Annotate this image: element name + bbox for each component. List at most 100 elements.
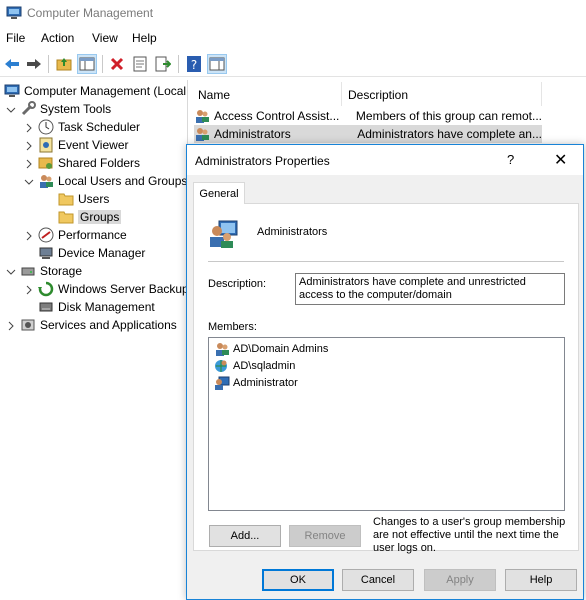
users-icon bbox=[38, 173, 54, 189]
tree-item-services-and-applications[interactable]: Services and Applications bbox=[6, 316, 177, 334]
tree-label: Storage bbox=[40, 264, 83, 278]
svg-text:?: ? bbox=[191, 58, 197, 72]
group-icon bbox=[207, 217, 239, 249]
delete-icon[interactable] bbox=[107, 54, 127, 74]
chevron-right-icon[interactable] bbox=[24, 122, 34, 133]
group-name: Administrators bbox=[257, 226, 328, 238]
forward-arrow-icon[interactable] bbox=[24, 54, 44, 74]
toolbar: ? bbox=[0, 51, 586, 77]
remove-button[interactable]: Remove bbox=[289, 525, 361, 547]
help-button[interactable]: Help bbox=[505, 569, 577, 591]
tree-item-disk-management[interactable]: Disk Management bbox=[38, 298, 155, 316]
list-item-name: Access Control Assist... bbox=[214, 109, 340, 123]
help-icon[interactable]: ? bbox=[507, 152, 514, 167]
chevron-down-icon[interactable] bbox=[6, 104, 16, 114]
tree-label: Device Manager bbox=[58, 246, 146, 260]
tree-item-device-manager[interactable]: Device Manager bbox=[38, 244, 145, 262]
chevron-right-icon[interactable] bbox=[24, 230, 34, 241]
folder-icon bbox=[58, 209, 74, 225]
chevron-right-icon[interactable] bbox=[24, 158, 34, 169]
computer-management-icon bbox=[6, 6, 22, 20]
ok-button[interactable]: OK bbox=[262, 569, 334, 591]
properties-icon[interactable] bbox=[130, 54, 150, 74]
group-list: Name Description Access Control Assist..… bbox=[190, 80, 586, 144]
tree-item-users[interactable]: Users bbox=[58, 190, 109, 208]
performance-icon bbox=[38, 227, 54, 243]
folder-icon bbox=[58, 191, 74, 207]
description-label: Description: bbox=[208, 278, 267, 290]
list-item-name: Administrators bbox=[214, 127, 291, 141]
list-item[interactable]: Administrators Administrators have compl… bbox=[194, 125, 542, 143]
window-title: Computer Management bbox=[27, 6, 154, 20]
console-tree: Computer Management (Local System Tools … bbox=[0, 80, 188, 600]
chevron-down-icon[interactable] bbox=[24, 176, 34, 186]
dialog-titlebar[interactable]: Administrators Properties ? ✕ bbox=[187, 145, 583, 175]
tree-item-storage[interactable]: Storage bbox=[6, 262, 82, 280]
tree-label: Shared Folders bbox=[58, 156, 141, 170]
member-name: AD\Domain Admins bbox=[233, 342, 329, 355]
group-icon bbox=[194, 108, 210, 124]
tree-item-shared-folders[interactable]: Shared Folders bbox=[24, 154, 140, 172]
member-name: AD\sqladmin bbox=[233, 359, 296, 372]
close-icon[interactable]: ✕ bbox=[554, 150, 567, 170]
tree-label: Event Viewer bbox=[58, 138, 129, 152]
chevron-right-icon[interactable] bbox=[6, 320, 16, 331]
backup-icon bbox=[38, 281, 54, 297]
menu-file[interactable]: File bbox=[6, 31, 25, 45]
shared-folder-icon bbox=[38, 155, 54, 171]
column-header-description[interactable]: Description bbox=[348, 84, 408, 106]
chevron-down-icon[interactable] bbox=[6, 266, 16, 276]
tree-label: Computer Management (Local bbox=[24, 84, 187, 98]
device-manager-icon bbox=[38, 245, 54, 261]
tree-item-task-scheduler[interactable]: Task Scheduler bbox=[24, 118, 140, 136]
tree-label: Groups bbox=[78, 210, 122, 224]
menu-view[interactable]: View bbox=[92, 31, 118, 45]
toolbar-separator bbox=[48, 55, 49, 73]
tree-label: Task Scheduler bbox=[58, 120, 141, 134]
storage-icon bbox=[20, 263, 36, 279]
help-icon[interactable]: ? bbox=[184, 54, 204, 74]
membership-note: Changes to a user's group membership are… bbox=[373, 516, 566, 554]
menu-help[interactable]: Help bbox=[132, 31, 157, 45]
window-titlebar: Computer Management bbox=[0, 0, 586, 26]
tree-item-performance[interactable]: Performance bbox=[24, 226, 127, 244]
show-hide-tree-icon[interactable] bbox=[77, 54, 97, 74]
list-item-description: Administrators have complete an... bbox=[357, 127, 542, 141]
list-item[interactable]: AD\Domain Admins bbox=[214, 340, 328, 357]
chevron-right-icon[interactable] bbox=[24, 140, 34, 151]
toolbar-separator bbox=[178, 55, 179, 73]
tree-label: Users bbox=[78, 192, 110, 206]
column-separator[interactable] bbox=[341, 82, 342, 106]
services-icon bbox=[20, 317, 36, 333]
tree-item-system-tools[interactable]: System Tools bbox=[6, 100, 111, 118]
divider bbox=[208, 261, 564, 262]
cancel-button[interactable]: Cancel bbox=[342, 569, 414, 591]
apply-button[interactable]: Apply bbox=[424, 569, 496, 591]
dialog-title: Administrators Properties bbox=[195, 154, 330, 168]
list-item[interactable]: Access Control Assist... Members of this… bbox=[194, 107, 542, 125]
add-button[interactable]: Add... bbox=[209, 525, 281, 547]
export-list-icon[interactable] bbox=[153, 54, 173, 74]
description-field[interactable]: Administrators have complete and unrestr… bbox=[295, 273, 565, 305]
back-arrow-icon[interactable] bbox=[2, 54, 22, 74]
tree-label: Services and Applications bbox=[40, 318, 177, 332]
menu-action[interactable]: Action bbox=[41, 31, 74, 45]
event-viewer-icon bbox=[38, 137, 54, 153]
list-item-description: Members of this group can remot... bbox=[355, 109, 542, 123]
tree-item-groups[interactable]: Groups bbox=[58, 208, 122, 226]
tree-item-computer-management[interactable]: Computer Management (Local bbox=[4, 82, 186, 100]
column-header-name[interactable]: Name bbox=[198, 84, 230, 106]
show-hide-action-pane-icon[interactable] bbox=[207, 54, 227, 74]
members-list[interactable]: AD\Domain Admins AD\sqladmin Administrat… bbox=[208, 337, 565, 511]
menu-bar: File Action View Help bbox=[0, 28, 586, 50]
tree-item-windows-server-backup[interactable]: Windows Server Backup bbox=[24, 280, 187, 298]
tree-label: Disk Management bbox=[58, 300, 155, 314]
list-item[interactable]: AD\sqladmin bbox=[214, 357, 295, 374]
list-item[interactable]: Administrator bbox=[214, 374, 298, 391]
column-separator[interactable] bbox=[541, 82, 542, 106]
tab-general[interactable]: General bbox=[193, 182, 245, 204]
tree-item-event-viewer[interactable]: Event Viewer bbox=[24, 136, 128, 154]
tree-item-local-users-and-groups[interactable]: Local Users and Groups bbox=[24, 172, 187, 190]
up-folder-icon[interactable] bbox=[54, 54, 74, 74]
chevron-right-icon[interactable] bbox=[24, 284, 34, 295]
